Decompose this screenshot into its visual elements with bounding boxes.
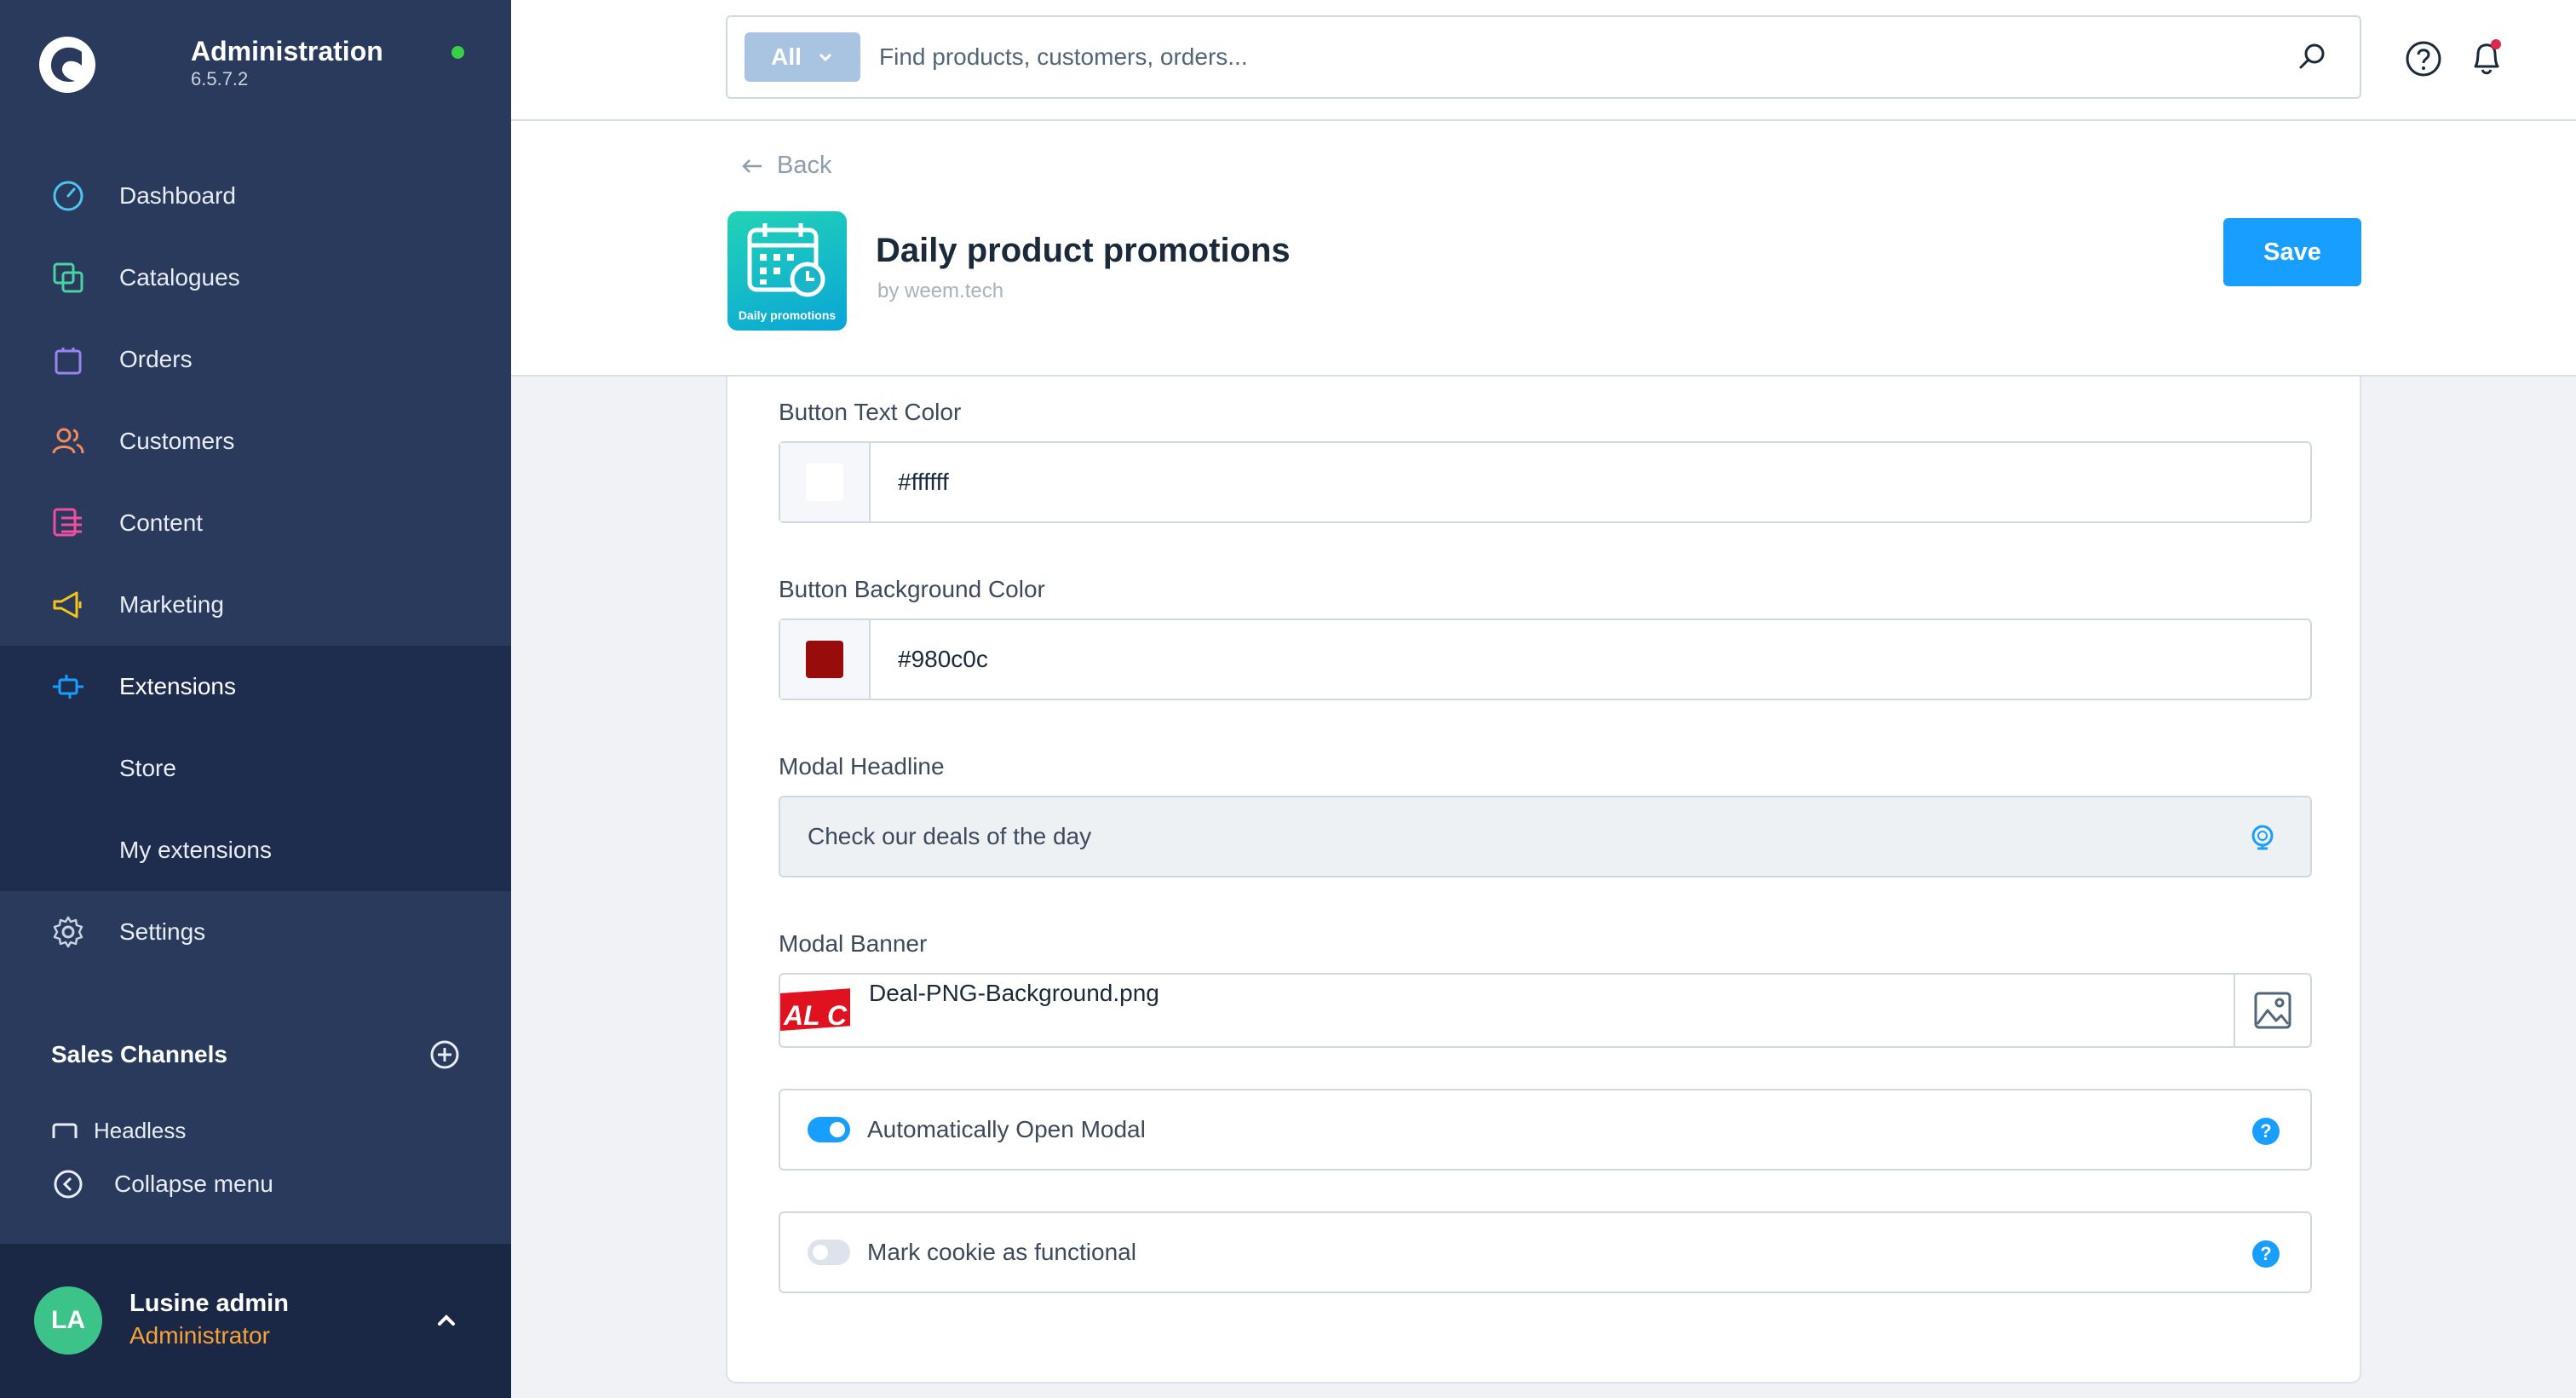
sales-channels-header: Sales Channels — [51, 1039, 460, 1070]
sidebar-item-label: Dashboard — [119, 182, 236, 209]
users-icon — [49, 423, 87, 460]
app-title: Administration — [191, 36, 383, 66]
sidebar-item-label: Store — [119, 755, 176, 781]
auto-open-modal-toggle[interactable] — [808, 1117, 850, 1142]
shopping-bag-icon — [49, 341, 87, 378]
avatar: LA — [34, 1286, 102, 1355]
help-icon[interactable]: ? — [2252, 1240, 2280, 1268]
chevron-left-circle-icon — [54, 1170, 83, 1199]
sales-channel-label: Headless — [94, 1118, 187, 1138]
toggle-label: Mark cookie as functional — [867, 1239, 1136, 1265]
sidebar-item-label: My extensions — [119, 837, 272, 863]
sales-channel-item[interactable]: Headless — [51, 1118, 460, 1138]
gear-icon — [49, 913, 87, 951]
sidebar-item-label: Settings — [119, 918, 206, 945]
button-background-color-field[interactable]: #980c0c — [779, 618, 2312, 700]
toggle-label: Automatically Open Modal — [867, 1116, 1146, 1142]
back-link[interactable]: Back — [741, 152, 831, 180]
sidebar-item-customers[interactable]: Customers — [0, 400, 511, 482]
field-label: Modal Banner — [779, 930, 928, 957]
sidebar-item-label: Catalogues — [119, 264, 240, 291]
sidebar-item-catalogues[interactable]: Catalogues — [0, 237, 511, 319]
modal-headline-value: Check our deals of the day — [808, 823, 1092, 849]
search-type-label: All — [771, 43, 802, 70]
page-title: Daily product promotions — [876, 232, 1291, 269]
sidebar-item-my-extensions[interactable]: My extensions — [0, 809, 511, 891]
field-label: Button Text Color — [779, 399, 962, 425]
extension-header: Back Daily promotions Daily product prom… — [511, 121, 2576, 377]
global-search: All — [726, 15, 2361, 99]
sidebar-item-store[interactable]: Store — [0, 728, 511, 809]
calendar-clock-icon — [747, 223, 825, 297]
search-type-select[interactable]: All — [745, 32, 860, 82]
color-swatch-button[interactable] — [780, 443, 871, 521]
sidebar-item-label: Extensions — [119, 673, 236, 699]
sidebar-item-label: Content — [119, 509, 204, 536]
translation-globe-icon[interactable] — [2245, 821, 2280, 855]
status-dot — [451, 46, 464, 59]
stack-icon — [49, 259, 87, 296]
brand[interactable]: Administration 6.5.7.2 — [37, 34, 383, 95]
modal-banner-field[interactable]: AL C Deal-PNG-Background.png — [779, 973, 2312, 1048]
image-icon — [2254, 992, 2291, 1029]
gauge-icon — [49, 177, 87, 215]
user-name: Lusine admin — [129, 1290, 289, 1317]
arrow-left-icon — [742, 158, 762, 173]
vendor-label: by weem.tech — [877, 279, 1004, 302]
sidebar-item-label: Marketing — [119, 591, 224, 618]
help-icon[interactable]: ? — [2252, 1118, 2280, 1145]
collapse-menu-button[interactable]: Collapse menu — [51, 1167, 273, 1201]
color-swatch — [806, 463, 843, 501]
user-role: Administrator — [129, 1322, 270, 1349]
notification-bell-icon[interactable] — [2465, 36, 2508, 78]
content-list-icon — [49, 504, 87, 542]
sidebar-item-label: Customers — [119, 428, 235, 454]
app-version: 6.5.7.2 — [191, 68, 249, 89]
chevron-down-icon — [819, 53, 831, 62]
field-label: Button Background Color — [779, 576, 1045, 602]
color-value: #980c0c — [898, 646, 988, 672]
sidebar-item-dashboard[interactable]: Dashboard — [0, 155, 511, 237]
extension-app-icon: Daily promotions — [727, 211, 847, 331]
main-nav: Dashboard Catalogues Orders Customers Co… — [0, 155, 511, 973]
extensions-submenu: Store My extensions — [0, 728, 511, 891]
sidebar-item-label: Orders — [119, 346, 193, 372]
banner-thumbnail: AL C — [780, 988, 850, 1036]
sidebar-item-settings[interactable]: Settings — [0, 891, 511, 973]
search-icon[interactable] — [2295, 40, 2329, 74]
field-label: Modal Headline — [779, 753, 945, 780]
auto-open-modal-row: Automatically Open Modal ? — [779, 1089, 2312, 1171]
banner-filename: Deal-PNG-Background.png — [869, 980, 1159, 1006]
plug-icon — [49, 668, 87, 705]
config-card: Button Text Color #ffffff Button Backgro… — [726, 377, 2361, 1384]
storefront-icon — [52, 1123, 78, 1138]
color-swatch — [806, 641, 843, 678]
shopware-logo-icon — [39, 37, 95, 93]
sidebar-item-orders[interactable]: Orders — [0, 319, 511, 400]
cookie-functional-toggle[interactable] — [808, 1240, 850, 1265]
modal-headline-field[interactable]: Check our deals of the day — [779, 796, 2312, 877]
add-sales-channel-icon[interactable] — [429, 1039, 460, 1070]
app-icon-caption: Daily promotions — [738, 308, 837, 322]
color-swatch-button[interactable] — [780, 620, 871, 699]
banner-thumb-text: AL C — [784, 1000, 848, 1031]
open-media-button[interactable] — [2234, 975, 2310, 1046]
collapse-menu-label: Collapse menu — [114, 1171, 273, 1197]
sidebar-item-content[interactable]: Content — [0, 482, 511, 564]
cookie-functional-row: Mark cookie as functional ? — [779, 1211, 2312, 1293]
search-input[interactable] — [879, 43, 2295, 71]
back-label: Back — [777, 152, 832, 179]
sidebar-item-marketing[interactable]: Marketing — [0, 564, 511, 646]
chevron-up-icon[interactable] — [431, 1305, 462, 1336]
sales-channels-title: Sales Channels — [51, 1041, 227, 1067]
megaphone-icon — [49, 586, 87, 624]
save-button[interactable]: Save — [2223, 218, 2361, 286]
sidebar: Administration 6.5.7.2 Dashboard Catalog… — [0, 0, 511, 1398]
sidebar-item-extensions[interactable]: Extensions — [0, 646, 511, 728]
help-icon[interactable] — [2404, 39, 2443, 78]
user-menu[interactable]: LA Lusine admin Administrator — [0, 1244, 511, 1398]
top-bar: All — [511, 0, 2576, 121]
color-value: #ffffff — [898, 469, 949, 495]
button-text-color-field[interactable]: #ffffff — [779, 441, 2312, 523]
